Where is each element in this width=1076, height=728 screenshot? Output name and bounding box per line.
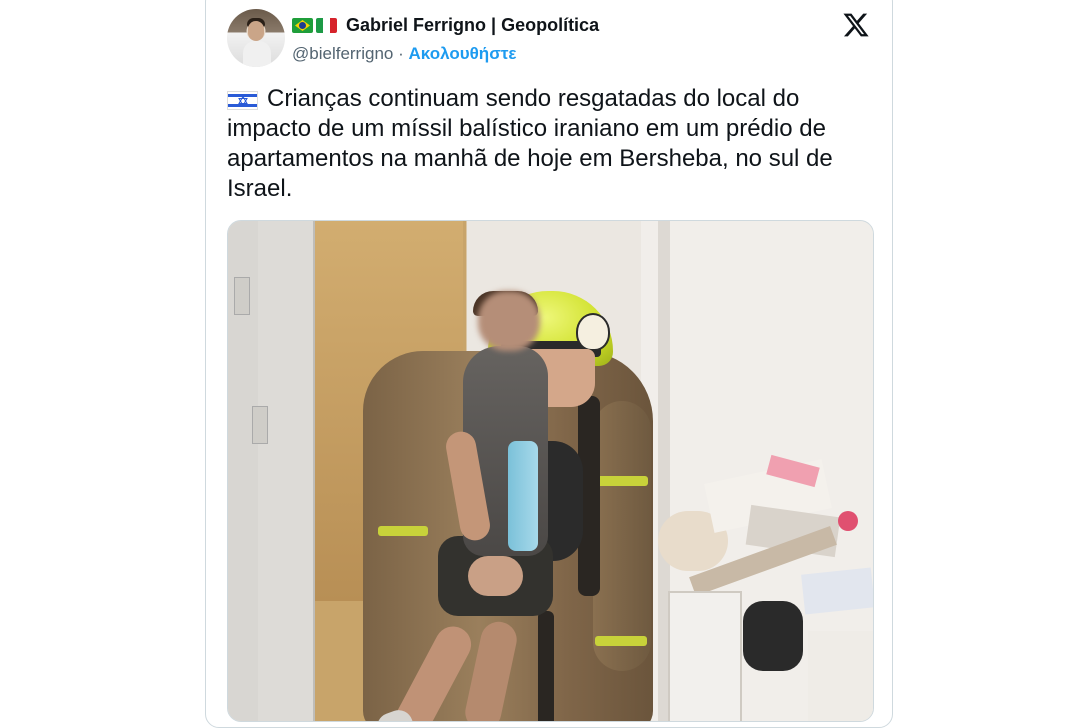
x-logo-icon[interactable] [842, 11, 870, 39]
brazil-flag-icon [292, 18, 313, 33]
avatar[interactable] [227, 9, 285, 67]
author-flags [292, 18, 337, 33]
tweet-photo[interactable] [227, 220, 874, 722]
separator-dot: · [398, 44, 404, 63]
author-handle[interactable]: @bielferrigno [292, 44, 393, 63]
tweet-text: Crianças continuam sendo resgatadas do l… [227, 85, 833, 202]
author-handle-row: @bielferrigno · Ακολουθήστε [292, 44, 516, 64]
follow-link[interactable]: Ακολουθήστε [409, 44, 517, 63]
author-display-name[interactable]: Gabriel Ferrigno | Geopolítica [346, 15, 599, 36]
italy-flag-icon [316, 18, 337, 33]
